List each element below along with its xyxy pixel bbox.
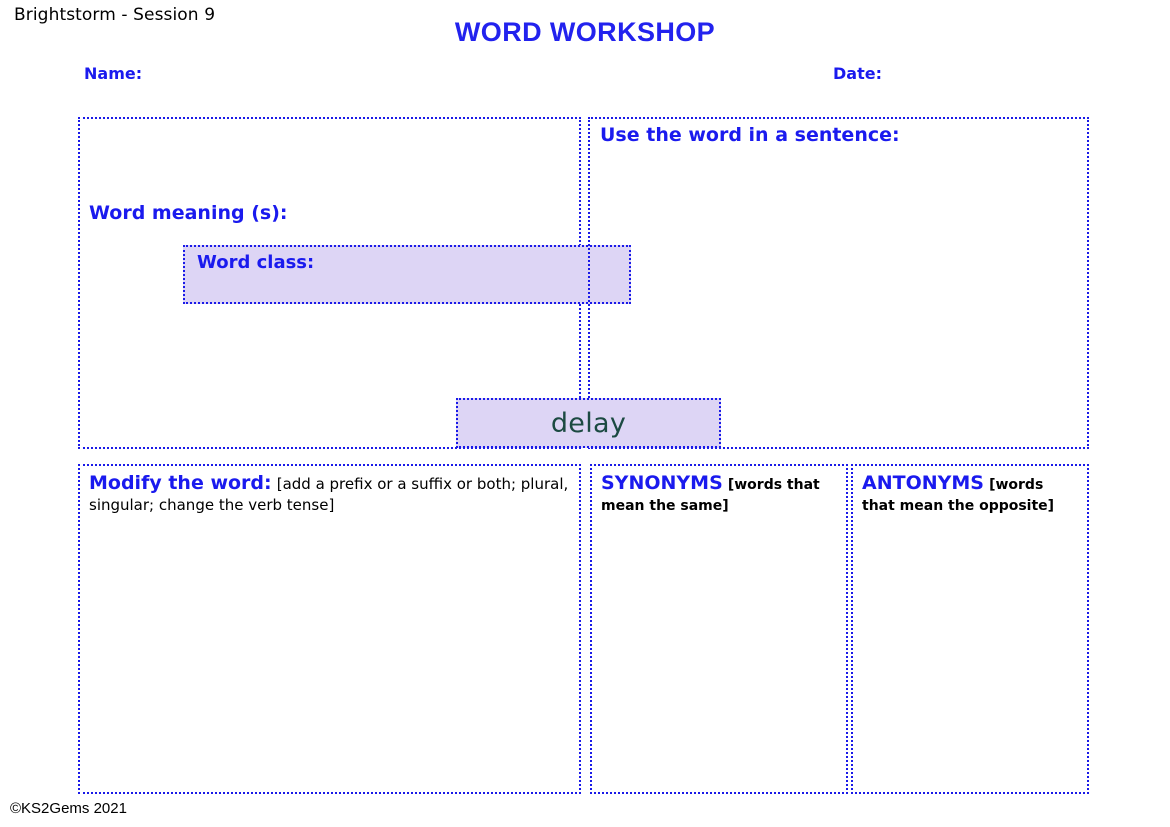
copyright-label: ©KS2Gems 2021 <box>10 800 127 817</box>
synonyms-heading: SYNONYMS [words that mean the same] <box>601 472 838 515</box>
page-title: WORD WORKSHOP <box>0 17 1170 48</box>
date-field-label: Date: <box>833 64 882 83</box>
sentence-label: Use the word in a sentence: <box>600 124 900 146</box>
antonyms-heading: ANTONYMS [words that mean the opposite] <box>862 472 1079 515</box>
worksheet-page: Brightstorm - Session 9 WORD WORKSHOP Na… <box>0 0 1170 827</box>
antonyms-panel[interactable]: ANTONYMS [words that mean the opposite] <box>851 464 1089 794</box>
modify-lead-label: Modify the word: <box>89 472 272 494</box>
focus-word-box[interactable]: delay <box>456 398 721 448</box>
modify-heading: Modify the word: [add a prefix or a suff… <box>89 472 571 515</box>
synonyms-panel[interactable]: SYNONYMS [words that mean the same] <box>590 464 848 794</box>
focus-word-text: delay <box>551 408 626 439</box>
antonyms-lead-label: ANTONYMS <box>862 472 984 494</box>
word-class-box[interactable]: Word class: <box>183 245 631 304</box>
word-class-label: Word class: <box>197 252 314 273</box>
synonyms-lead-label: SYNONYMS <box>601 472 723 494</box>
name-field-label: Name: <box>84 64 142 83</box>
modify-word-panel[interactable]: Modify the word: [add a prefix or a suff… <box>78 464 581 794</box>
word-meaning-label: Word meaning (s): <box>89 202 287 224</box>
